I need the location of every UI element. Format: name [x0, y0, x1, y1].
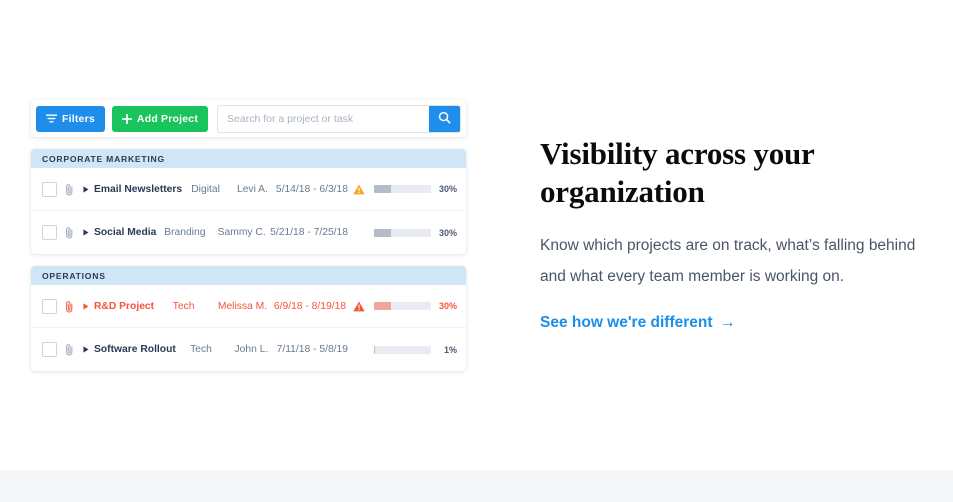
toolbar-card: Filters Add Project — [31, 100, 466, 137]
project-category: Branding — [164, 227, 206, 238]
table-row[interactable]: Email Newsletters Digital Levi A. 5/14/18 -… — [31, 168, 466, 211]
project-dates: 7/11/18 - 5/8/19 — [276, 344, 348, 355]
project-dates: 5/21/18 - 7/25/18 — [270, 227, 348, 238]
project-name: Email Newsletters — [94, 183, 183, 195]
row-checkbox[interactable] — [42, 298, 57, 314]
group-header: OPERATIONS — [31, 266, 466, 285]
arrow-right-icon: → — [719, 314, 736, 332]
row-checkbox[interactable] — [42, 181, 57, 197]
expand-caret-icon[interactable] — [83, 185, 89, 193]
search-icon — [438, 111, 451, 127]
project-name: Social Media — [94, 227, 157, 238]
filters-button[interactable]: Filters — [36, 105, 105, 132]
progress-bar — [374, 345, 431, 354]
progress-label: 1% — [443, 344, 457, 355]
attachment-icon[interactable] — [65, 343, 74, 356]
project-category: Tech — [172, 300, 195, 312]
project-category: Digital — [191, 183, 220, 195]
row-checkbox[interactable] — [42, 342, 57, 357]
table-row[interactable]: R&D Project Tech Melissa M. 6/9/18 - 8/19/1… — [31, 285, 466, 328]
table-row[interactable]: Social Media Branding Sammy C. 5/21/18 - 7/… — [31, 211, 466, 254]
group-header: CORPORATE MARKETING — [31, 149, 466, 168]
body-paragraph: Know which projects are on track, what’s… — [540, 237, 916, 285]
project-owner: John L. — [234, 344, 269, 355]
attachment-icon[interactable] — [65, 300, 74, 313]
progress-bar — [374, 302, 431, 310]
project-name: R&D Project — [94, 300, 155, 312]
status-warning-icon — [348, 184, 370, 195]
project-owner: Melissa M. — [217, 300, 268, 312]
search-button[interactable] — [429, 105, 460, 132]
progress-label: 30% — [438, 184, 457, 194]
project-category: Tech — [190, 344, 212, 355]
expand-caret-icon[interactable] — [83, 302, 89, 310]
add-project-button[interactable]: Add Project — [111, 105, 209, 132]
copy-block: Visibility across your organization Know… — [540, 135, 920, 332]
project-name: Software Rollout — [94, 344, 176, 355]
filters-button-label: Filters — [62, 112, 95, 125]
search-box[interactable] — [217, 104, 461, 133]
progress-label: 30% — [438, 227, 457, 238]
project-list-app-mock: Filters Add Project Search for a project… — [31, 100, 466, 371]
progress-label: 30% — [438, 301, 457, 311]
page-stage: Filters Add Project Search for a project… — [0, 0, 953, 470]
page-title: Visibility across your organization — [540, 136, 815, 210]
project-owner: Levi A. — [236, 183, 268, 195]
progress-bar — [374, 228, 431, 237]
row-checkbox[interactable] — [42, 225, 57, 240]
status-warning-icon — [348, 301, 370, 312]
project-dates: 6/9/18 - 8/19/18 — [273, 300, 347, 312]
project-owner: Sammy C. — [217, 227, 266, 238]
search-input[interactable] — [218, 105, 429, 132]
filter-icon — [46, 114, 57, 123]
progress-bar — [374, 185, 431, 193]
project-groups: CORPORATE MARKETING Email Newsletters Digi… — [31, 149, 466, 371]
project-group-card: OPERATIONS R&D Project Tech Melissa M. 6/9/1… — [31, 266, 466, 371]
project-group-card: CORPORATE MARKETING Email Newsletters Digi… — [31, 149, 466, 254]
table-row[interactable]: Software Rollout Tech John L. 7/11/18 - 5/8… — [31, 328, 466, 371]
cta-label: See how we're different — [540, 314, 713, 332]
attachment-icon[interactable] — [65, 183, 74, 196]
see-how-different-link[interactable]: See how we're different → — [540, 314, 736, 332]
expand-caret-icon[interactable] — [83, 346, 89, 353]
expand-caret-icon[interactable] — [83, 229, 89, 236]
attachment-icon[interactable] — [65, 226, 74, 239]
plus-icon — [121, 113, 132, 124]
add-project-button-label: Add Project — [136, 112, 199, 125]
project-dates: 5/14/18 - 6/3/18 — [275, 183, 348, 195]
bottom-band — [0, 470, 953, 502]
